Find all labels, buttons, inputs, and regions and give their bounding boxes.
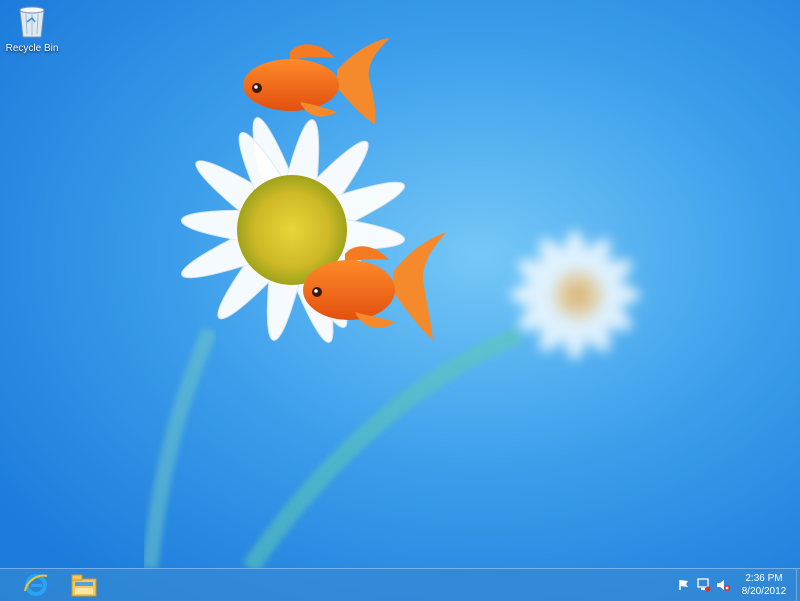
internet-explorer-icon bbox=[24, 574, 48, 596]
desktop-icon-recycle-bin[interactable]: Recycle Bin bbox=[4, 4, 60, 60]
system-clock[interactable]: 2:36 PM 8/20/2012 bbox=[733, 572, 795, 598]
recycle-bin-icon bbox=[19, 6, 45, 38]
desktop-icon-label: Recycle Bin bbox=[5, 43, 59, 54]
taskbar[interactable]: 2:36 PM 8/20/2012 bbox=[0, 568, 800, 601]
file-explorer-icon bbox=[71, 574, 97, 597]
clock-date: 8/20/2012 bbox=[741, 586, 787, 597]
wallpaper-image bbox=[0, 0, 800, 568]
action-center-flag-icon[interactable] bbox=[676, 577, 692, 593]
clock-time: 2:36 PM bbox=[745, 573, 783, 584]
taskbar-internet-explorer-button[interactable] bbox=[16, 571, 56, 599]
show-desktop-button[interactable] bbox=[796, 569, 800, 601]
network-icon[interactable] bbox=[696, 577, 712, 593]
taskbar-file-explorer-button[interactable] bbox=[64, 571, 104, 599]
volume-muted-icon[interactable] bbox=[715, 577, 731, 593]
desktop[interactable]: Recycle Bin bbox=[0, 0, 800, 568]
